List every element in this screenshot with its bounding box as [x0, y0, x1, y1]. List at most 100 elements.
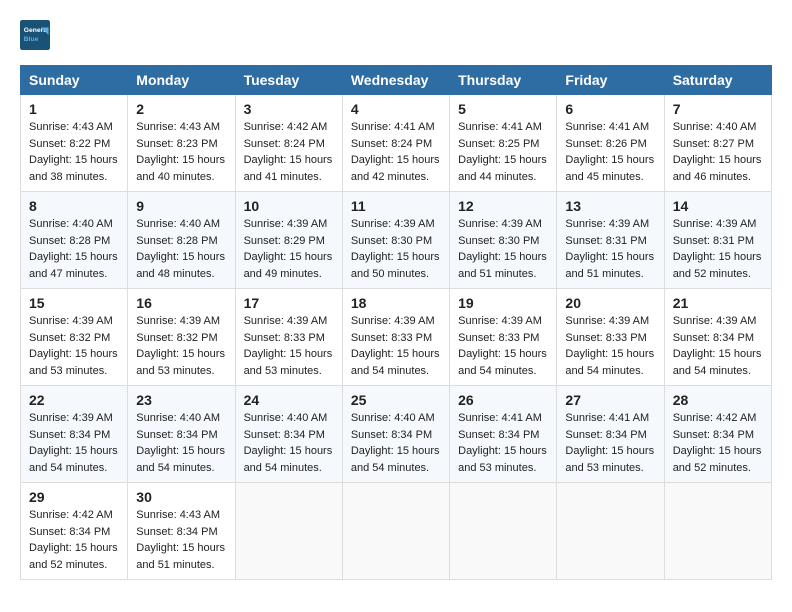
- calendar-cell: 21 Sunrise: 4:39 AM Sunset: 8:34 PM Dayl…: [664, 289, 771, 386]
- day-number: 12: [458, 198, 548, 214]
- calendar-header-tuesday: Tuesday: [235, 66, 342, 95]
- calendar-cell: 20 Sunrise: 4:39 AM Sunset: 8:33 PM Dayl…: [557, 289, 664, 386]
- day-info: Sunrise: 4:39 AM Sunset: 8:31 PM Dayligh…: [673, 216, 763, 282]
- calendar-cell: 18 Sunrise: 4:39 AM Sunset: 8:33 PM Dayl…: [342, 289, 449, 386]
- calendar-cell: 22 Sunrise: 4:39 AM Sunset: 8:34 PM Dayl…: [21, 386, 128, 483]
- day-info: Sunrise: 4:41 AM Sunset: 8:25 PM Dayligh…: [458, 119, 548, 185]
- day-info: Sunrise: 4:39 AM Sunset: 8:30 PM Dayligh…: [458, 216, 548, 282]
- day-number: 20: [565, 295, 655, 311]
- day-info: Sunrise: 4:42 AM Sunset: 8:34 PM Dayligh…: [673, 410, 763, 476]
- day-info: Sunrise: 4:41 AM Sunset: 8:34 PM Dayligh…: [565, 410, 655, 476]
- calendar-cell: 5 Sunrise: 4:41 AM Sunset: 8:25 PM Dayli…: [450, 95, 557, 192]
- day-number: 10: [244, 198, 334, 214]
- calendar-cell: [664, 483, 771, 580]
- day-info: Sunrise: 4:39 AM Sunset: 8:30 PM Dayligh…: [351, 216, 441, 282]
- day-info: Sunrise: 4:40 AM Sunset: 8:28 PM Dayligh…: [29, 216, 119, 282]
- calendar-cell: 16 Sunrise: 4:39 AM Sunset: 8:32 PM Dayl…: [128, 289, 235, 386]
- calendar-cell: 17 Sunrise: 4:39 AM Sunset: 8:33 PM Dayl…: [235, 289, 342, 386]
- day-info: Sunrise: 4:39 AM Sunset: 8:33 PM Dayligh…: [244, 313, 334, 379]
- day-info: Sunrise: 4:41 AM Sunset: 8:24 PM Dayligh…: [351, 119, 441, 185]
- calendar-cell: 10 Sunrise: 4:39 AM Sunset: 8:29 PM Dayl…: [235, 192, 342, 289]
- day-info: Sunrise: 4:39 AM Sunset: 8:33 PM Dayligh…: [351, 313, 441, 379]
- day-number: 13: [565, 198, 655, 214]
- day-number: 19: [458, 295, 548, 311]
- calendar-header-wednesday: Wednesday: [342, 66, 449, 95]
- calendar-header-monday: Monday: [128, 66, 235, 95]
- day-info: Sunrise: 4:41 AM Sunset: 8:26 PM Dayligh…: [565, 119, 655, 185]
- day-number: 3: [244, 101, 334, 117]
- day-info: Sunrise: 4:39 AM Sunset: 8:33 PM Dayligh…: [458, 313, 548, 379]
- day-number: 4: [351, 101, 441, 117]
- calendar-cell: 9 Sunrise: 4:40 AM Sunset: 8:28 PM Dayli…: [128, 192, 235, 289]
- day-number: 14: [673, 198, 763, 214]
- calendar-week-2: 8 Sunrise: 4:40 AM Sunset: 8:28 PM Dayli…: [21, 192, 772, 289]
- calendar-header-friday: Friday: [557, 66, 664, 95]
- calendar-cell: 27 Sunrise: 4:41 AM Sunset: 8:34 PM Dayl…: [557, 386, 664, 483]
- day-info: Sunrise: 4:42 AM Sunset: 8:34 PM Dayligh…: [29, 507, 119, 573]
- calendar-cell: [557, 483, 664, 580]
- day-number: 29: [29, 489, 119, 505]
- day-number: 7: [673, 101, 763, 117]
- day-number: 5: [458, 101, 548, 117]
- svg-text:Blue: Blue: [24, 36, 39, 43]
- calendar-cell: 25 Sunrise: 4:40 AM Sunset: 8:34 PM Dayl…: [342, 386, 449, 483]
- day-number: 9: [136, 198, 226, 214]
- day-info: Sunrise: 4:39 AM Sunset: 8:31 PM Dayligh…: [565, 216, 655, 282]
- calendar-cell: 7 Sunrise: 4:40 AM Sunset: 8:27 PM Dayli…: [664, 95, 771, 192]
- calendar-cell: 26 Sunrise: 4:41 AM Sunset: 8:34 PM Dayl…: [450, 386, 557, 483]
- day-number: 22: [29, 392, 119, 408]
- day-info: Sunrise: 4:41 AM Sunset: 8:34 PM Dayligh…: [458, 410, 548, 476]
- calendar-cell: 1 Sunrise: 4:43 AM Sunset: 8:22 PM Dayli…: [21, 95, 128, 192]
- day-info: Sunrise: 4:39 AM Sunset: 8:29 PM Dayligh…: [244, 216, 334, 282]
- day-info: Sunrise: 4:40 AM Sunset: 8:34 PM Dayligh…: [244, 410, 334, 476]
- calendar-cell: 29 Sunrise: 4:42 AM Sunset: 8:34 PM Dayl…: [21, 483, 128, 580]
- calendar-cell: 2 Sunrise: 4:43 AM Sunset: 8:23 PM Dayli…: [128, 95, 235, 192]
- logo-icon: General Blue: [20, 20, 50, 50]
- calendar-cell: 14 Sunrise: 4:39 AM Sunset: 8:31 PM Dayl…: [664, 192, 771, 289]
- day-number: 6: [565, 101, 655, 117]
- calendar-cell: [235, 483, 342, 580]
- calendar-cell: [342, 483, 449, 580]
- day-number: 21: [673, 295, 763, 311]
- day-number: 11: [351, 198, 441, 214]
- day-number: 15: [29, 295, 119, 311]
- calendar-week-5: 29 Sunrise: 4:42 AM Sunset: 8:34 PM Dayl…: [21, 483, 772, 580]
- day-info: Sunrise: 4:40 AM Sunset: 8:28 PM Dayligh…: [136, 216, 226, 282]
- calendar-week-4: 22 Sunrise: 4:39 AM Sunset: 8:34 PM Dayl…: [21, 386, 772, 483]
- day-info: Sunrise: 4:39 AM Sunset: 8:32 PM Dayligh…: [29, 313, 119, 379]
- calendar-week-3: 15 Sunrise: 4:39 AM Sunset: 8:32 PM Dayl…: [21, 289, 772, 386]
- calendar-cell: 3 Sunrise: 4:42 AM Sunset: 8:24 PM Dayli…: [235, 95, 342, 192]
- calendar-cell: 15 Sunrise: 4:39 AM Sunset: 8:32 PM Dayl…: [21, 289, 128, 386]
- calendar-table: SundayMondayTuesdayWednesdayThursdayFrid…: [20, 65, 772, 580]
- calendar-cell: 28 Sunrise: 4:42 AM Sunset: 8:34 PM Dayl…: [664, 386, 771, 483]
- day-number: 1: [29, 101, 119, 117]
- calendar-cell: 19 Sunrise: 4:39 AM Sunset: 8:33 PM Dayl…: [450, 289, 557, 386]
- day-number: 30: [136, 489, 226, 505]
- calendar-cell: 30 Sunrise: 4:43 AM Sunset: 8:34 PM Dayl…: [128, 483, 235, 580]
- day-number: 25: [351, 392, 441, 408]
- calendar-week-1: 1 Sunrise: 4:43 AM Sunset: 8:22 PM Dayli…: [21, 95, 772, 192]
- day-info: Sunrise: 4:43 AM Sunset: 8:34 PM Dayligh…: [136, 507, 226, 573]
- calendar-cell: 11 Sunrise: 4:39 AM Sunset: 8:30 PM Dayl…: [342, 192, 449, 289]
- calendar-header-sunday: Sunday: [21, 66, 128, 95]
- calendar-cell: 24 Sunrise: 4:40 AM Sunset: 8:34 PM Dayl…: [235, 386, 342, 483]
- day-info: Sunrise: 4:43 AM Sunset: 8:23 PM Dayligh…: [136, 119, 226, 185]
- calendar-cell: [450, 483, 557, 580]
- calendar-cell: 4 Sunrise: 4:41 AM Sunset: 8:24 PM Dayli…: [342, 95, 449, 192]
- day-info: Sunrise: 4:39 AM Sunset: 8:34 PM Dayligh…: [673, 313, 763, 379]
- day-info: Sunrise: 4:39 AM Sunset: 8:32 PM Dayligh…: [136, 313, 226, 379]
- logo: General Blue: [20, 20, 54, 50]
- day-info: Sunrise: 4:39 AM Sunset: 8:34 PM Dayligh…: [29, 410, 119, 476]
- day-number: 28: [673, 392, 763, 408]
- day-number: 2: [136, 101, 226, 117]
- day-number: 16: [136, 295, 226, 311]
- day-number: 24: [244, 392, 334, 408]
- calendar-body: 1 Sunrise: 4:43 AM Sunset: 8:22 PM Dayli…: [21, 95, 772, 580]
- day-info: Sunrise: 4:42 AM Sunset: 8:24 PM Dayligh…: [244, 119, 334, 185]
- day-number: 23: [136, 392, 226, 408]
- calendar-header-saturday: Saturday: [664, 66, 771, 95]
- calendar-cell: 6 Sunrise: 4:41 AM Sunset: 8:26 PM Dayli…: [557, 95, 664, 192]
- day-info: Sunrise: 4:40 AM Sunset: 8:34 PM Dayligh…: [351, 410, 441, 476]
- calendar-cell: 8 Sunrise: 4:40 AM Sunset: 8:28 PM Dayli…: [21, 192, 128, 289]
- calendar-cell: 13 Sunrise: 4:39 AM Sunset: 8:31 PM Dayl…: [557, 192, 664, 289]
